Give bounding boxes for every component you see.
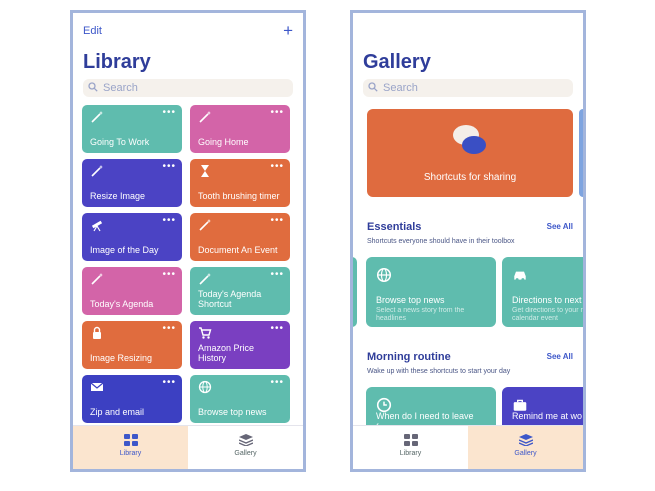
shortcut-tile[interactable]: ••• Browse top news (190, 375, 290, 423)
telescope-icon (91, 220, 103, 232)
shortcut-label: Going To Work (90, 137, 150, 147)
shortcut-label: Tooth brushing timer (198, 191, 280, 201)
shortcut-label: Document An Event (198, 245, 278, 255)
shortcut-tile[interactable]: ••• Amazon Price History (190, 321, 290, 369)
lock-icon (93, 326, 101, 339)
page-title: Library (83, 51, 151, 73)
featured-collection-card[interactable]: Shortcuts for sharing (367, 109, 573, 197)
page-title: Gallery (363, 51, 431, 73)
see-all-morning[interactable]: See All (547, 352, 573, 361)
stack-icon (238, 434, 253, 446)
shortcut-label: Today's Agenda Shortcut (198, 289, 262, 309)
hourglass-icon (201, 165, 209, 177)
wand-icon (199, 111, 211, 123)
search-input[interactable]: Search (83, 79, 293, 97)
tab-label: Library (399, 450, 422, 457)
tab-gallery[interactable]: Gallery (188, 426, 303, 469)
shortcut-tile[interactable]: ••• Resize Image (82, 159, 182, 207)
tab-gallery[interactable]: Gallery (468, 426, 583, 469)
card-description: Select a news story from the headlines (376, 307, 465, 322)
grid-icon (403, 434, 418, 446)
shortcut-tile[interactable]: ••• Going Home (190, 105, 290, 153)
gallery-card[interactable]: Directions to next Get directions to you… (502, 257, 586, 327)
tab-label: Gallery (234, 450, 257, 457)
card-label: Browse top news (376, 295, 445, 305)
search-icon (88, 82, 98, 92)
chat-bubbles-icon (453, 125, 486, 154)
wand-icon (91, 273, 103, 285)
shortcut-label: Image of the Day (90, 245, 159, 255)
more-icon[interactable]: ••• (270, 270, 284, 280)
more-icon[interactable]: ••• (270, 162, 284, 172)
more-icon[interactable]: ••• (162, 270, 176, 280)
tab-label: Gallery (514, 450, 537, 457)
tab-library[interactable]: Library (353, 426, 468, 469)
tab-bar: Library Gallery (73, 425, 303, 469)
prev-card-peek[interactable] (353, 257, 357, 327)
tab-bar: Library Gallery (353, 425, 583, 469)
search-icon (368, 82, 378, 92)
globe-icon (376, 267, 392, 283)
section-subtitle: Shortcuts everyone should have in their … (367, 238, 515, 245)
featured-label: Shortcuts for sharing (423, 172, 517, 183)
shortcut-tile[interactable]: ••• Tooth brushing timer (190, 159, 290, 207)
card-label: Remind me at wo (512, 411, 583, 421)
add-shortcut-button[interactable]: + (283, 21, 293, 41)
see-all-essentials[interactable]: See All (547, 222, 573, 231)
library-screen: Edit + Library Search ••• Going To Work … (70, 10, 306, 472)
search-placeholder: Search (103, 82, 138, 94)
section-subtitle: Wake up with these shortcuts to start yo… (367, 368, 511, 375)
shortcut-label: Amazon Price History (198, 343, 255, 363)
more-icon[interactable]: ••• (162, 162, 176, 172)
wand-icon (91, 111, 103, 123)
stack-icon (518, 434, 533, 446)
tab-label: Library (119, 450, 142, 457)
tab-library[interactable]: Library (73, 426, 188, 469)
shortcut-label: Zip and email (90, 407, 145, 417)
globe-icon (198, 380, 212, 394)
more-icon[interactable]: ••• (162, 108, 176, 118)
next-card-peek[interactable] (579, 109, 583, 197)
card-label: Directions to next (512, 295, 582, 305)
shortcut-label: Going Home (198, 137, 249, 147)
gallery-card[interactable]: Browse top news Select a news story from… (366, 257, 496, 327)
search-input[interactable]: Search (363, 79, 573, 97)
shortcut-label: Today's Agenda (90, 299, 154, 309)
shortcut-tile[interactable]: ••• Document An Event (190, 213, 290, 261)
shortcut-tile[interactable]: ••• Today's Agenda (82, 267, 182, 315)
shortcut-label: Resize Image (90, 191, 146, 201)
gallery-screen: Gallery Search Shortcuts for sharing Ess… (350, 10, 586, 472)
shortcut-tile[interactable]: ••• Going To Work (82, 105, 182, 153)
grid-icon (123, 434, 138, 446)
section-title-essentials: Essentials (367, 221, 422, 233)
library-top-bar: Edit + (83, 21, 293, 41)
more-icon[interactable]: ••• (162, 216, 176, 226)
more-icon[interactable]: ••• (270, 378, 284, 388)
shortcut-tile[interactable]: ••• Zip and email (82, 375, 182, 423)
wand-icon (91, 165, 103, 177)
more-icon[interactable]: ••• (270, 324, 284, 334)
more-icon[interactable]: ••• (270, 216, 284, 226)
more-icon[interactable]: ••• (162, 378, 176, 388)
more-icon[interactable]: ••• (270, 108, 284, 118)
envelope-icon (90, 382, 104, 391)
shortcut-label: Image Resizing (90, 353, 153, 363)
card-description: Get directions to your next calendar eve… (512, 307, 586, 322)
wand-icon (199, 273, 211, 285)
shortcut-tile[interactable]: ••• Image of the Day (82, 213, 182, 261)
section-title-morning: Morning routine (367, 351, 451, 363)
cart-icon (199, 327, 212, 339)
more-icon[interactable]: ••• (162, 324, 176, 334)
shortcut-label: Browse top news (198, 407, 267, 417)
car-icon (514, 271, 526, 282)
search-placeholder: Search (383, 82, 418, 94)
wand-icon (199, 219, 211, 231)
shortcut-tile[interactable]: ••• Today's Agenda Shortcut (190, 267, 290, 315)
shortcut-tile[interactable]: ••• Image Resizing (82, 321, 182, 369)
edit-button[interactable]: Edit (83, 25, 102, 37)
